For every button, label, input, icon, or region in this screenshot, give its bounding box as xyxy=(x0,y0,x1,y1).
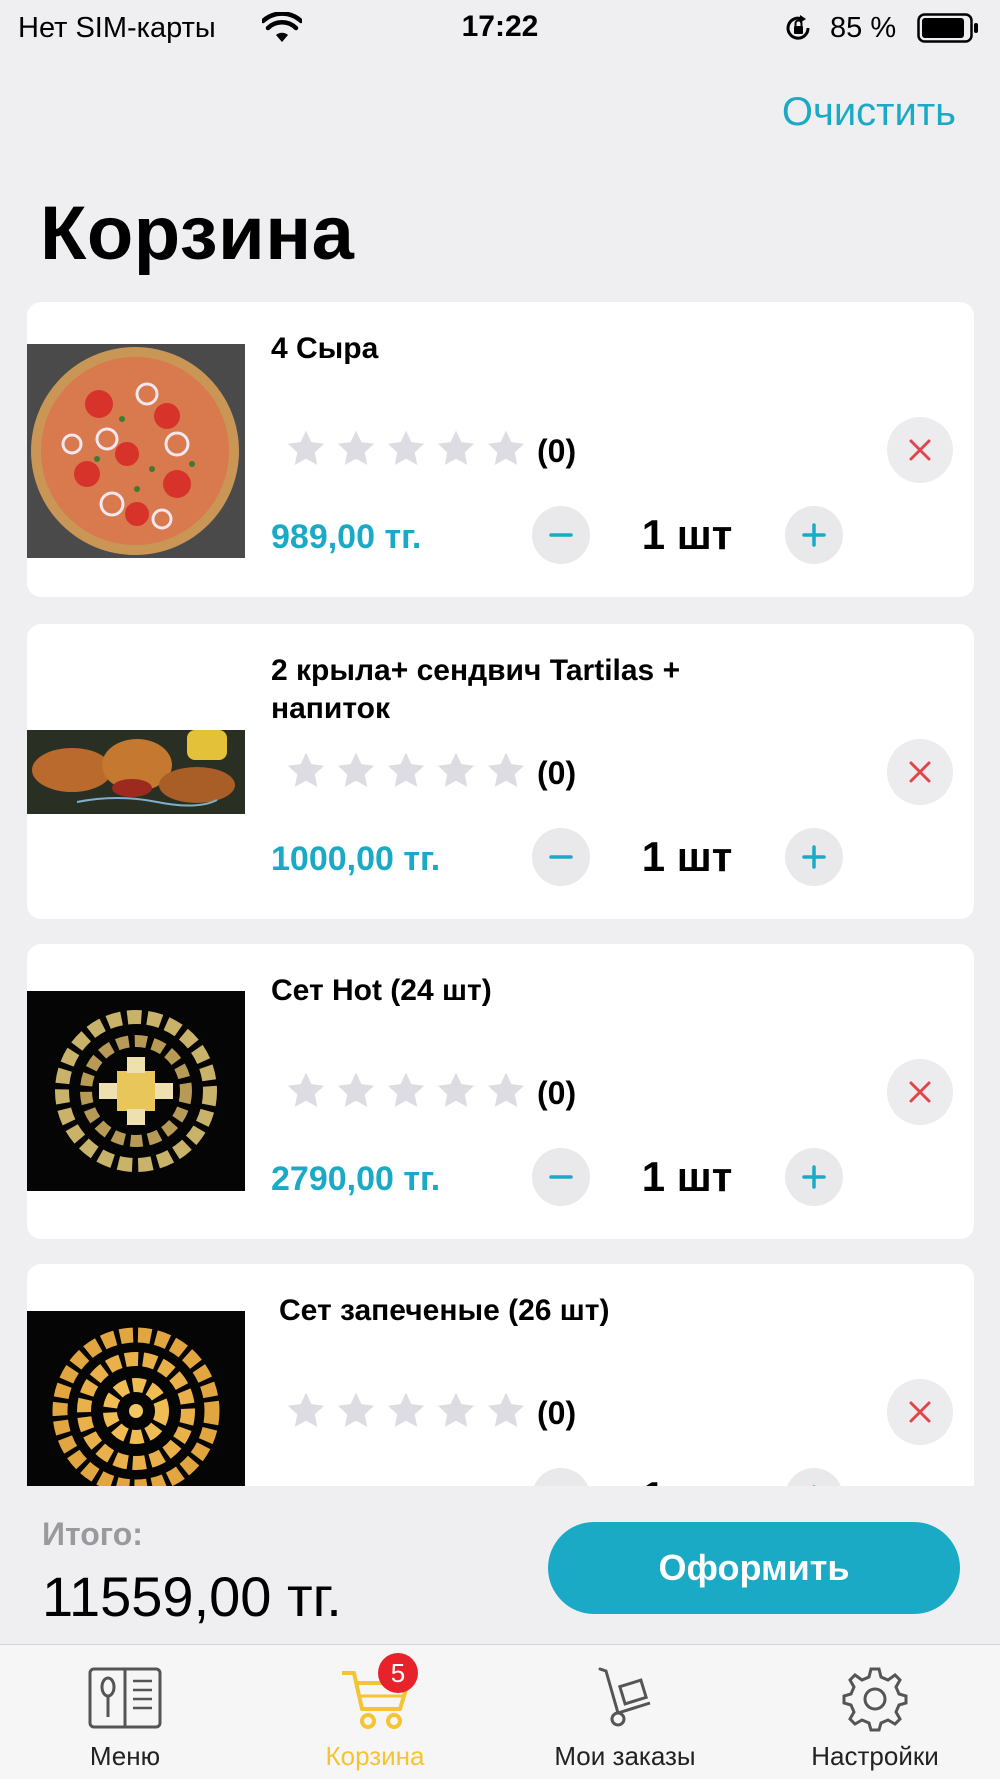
increase-quantity-button[interactable] xyxy=(785,1468,843,1486)
star-icon[interactable] xyxy=(285,750,327,792)
plus-icon xyxy=(802,845,826,869)
star-icon[interactable] xyxy=(385,750,427,792)
item-quantity: 1 шт xyxy=(627,1473,747,1486)
clear-cart-button[interactable]: Очистить xyxy=(782,90,956,135)
menu-book-icon xyxy=(88,1667,162,1729)
rating-stars[interactable] xyxy=(285,1070,527,1112)
remove-item-button[interactable] xyxy=(887,1059,953,1125)
remove-item-button[interactable] xyxy=(887,739,953,805)
increase-quantity-button[interactable] xyxy=(785,1148,843,1206)
decrease-quantity-button[interactable] xyxy=(532,1148,590,1206)
cart-item: 4 Сыра (0) 989,00 тг. 1 шт xyxy=(27,302,974,597)
rotation-lock-icon xyxy=(786,15,810,40)
tab-label: Корзина xyxy=(325,1741,425,1771)
item-image xyxy=(27,1311,245,1486)
remove-item-button[interactable] xyxy=(887,417,953,483)
star-icon[interactable] xyxy=(485,428,527,470)
tab-menu[interactable]: Меню xyxy=(0,1645,250,1779)
star-icon[interactable] xyxy=(385,1390,427,1432)
page-title: Корзина xyxy=(40,191,355,276)
tab-cart[interactable]: 5 Корзина xyxy=(250,1645,500,1779)
plus-icon xyxy=(802,1165,826,1189)
minus-icon xyxy=(549,533,573,537)
close-icon xyxy=(909,1081,931,1103)
close-icon xyxy=(909,1401,931,1423)
decrease-quantity-button[interactable] xyxy=(532,828,590,886)
cart-count-badge: 5 xyxy=(378,1653,418,1693)
star-icon[interactable] xyxy=(485,1070,527,1112)
star-icon[interactable] xyxy=(435,1390,477,1432)
minus-icon xyxy=(549,855,573,859)
tab-label: Мои заказы xyxy=(554,1741,696,1771)
star-icon[interactable] xyxy=(335,1070,377,1112)
item-name: 4 Сыра xyxy=(271,332,379,365)
close-icon xyxy=(909,439,931,461)
battery-icon xyxy=(917,13,978,43)
star-icon[interactable] xyxy=(485,750,527,792)
cart-item: Сет Hot (24 шт) (0) 2790,00 тг. 1 шт xyxy=(27,944,974,1239)
increase-quantity-button[interactable] xyxy=(785,828,843,886)
hand-truck-icon xyxy=(598,1667,651,1727)
item-name: Сет Hot (24 шт) xyxy=(271,974,492,1007)
order-summary: Итого: 11559,00 тг. Оформить xyxy=(0,1486,1000,1644)
tab-bar: Меню 5 Корзина Мои заказы Настройки xyxy=(0,1644,1000,1779)
rating-stars[interactable] xyxy=(285,428,527,470)
rating-stars[interactable] xyxy=(285,1390,527,1432)
rating-count: (0) xyxy=(537,1075,577,1111)
item-image xyxy=(27,344,245,558)
tab-my-orders[interactable]: Мои заказы xyxy=(500,1645,750,1779)
minus-icon xyxy=(549,1175,573,1179)
item-price: 989,00 тг. xyxy=(271,518,422,556)
rating-count: (0) xyxy=(537,1395,577,1431)
tab-settings[interactable]: Настройки xyxy=(750,1645,1000,1779)
decrease-quantity-button[interactable] xyxy=(532,506,590,564)
item-quantity: 1 шт xyxy=(641,833,733,880)
status-bar: Нет SIM-карты 17:22 85 % xyxy=(0,0,1000,56)
star-icon[interactable] xyxy=(435,428,477,470)
increase-quantity-button[interactable] xyxy=(785,506,843,564)
star-icon[interactable] xyxy=(435,1070,477,1112)
rating-count: (0) xyxy=(537,433,577,469)
item-name: 2 крыла+ сендвич Tartilas + напиток xyxy=(271,654,681,725)
close-icon xyxy=(909,761,931,783)
star-icon[interactable] xyxy=(385,428,427,470)
tab-label: Меню xyxy=(89,1741,161,1771)
star-icon[interactable] xyxy=(335,1390,377,1432)
item-price: 1000,00 тг. xyxy=(271,840,441,878)
checkout-button[interactable]: Оформить xyxy=(548,1522,960,1614)
star-icon[interactable] xyxy=(285,428,327,470)
cart-list[interactable]: 4 Сыра (0) 989,00 тг. 1 шт 2 крыла+ сенд… xyxy=(0,302,1000,1486)
plus-icon xyxy=(802,523,826,547)
remove-item-button[interactable] xyxy=(887,1379,953,1445)
battery-percent: 85 % xyxy=(830,12,897,44)
item-quantity: 1 шт xyxy=(641,511,733,558)
star-icon[interactable] xyxy=(385,1070,427,1112)
item-name: Сет запеченые (26 шт) xyxy=(279,1294,610,1327)
star-icon[interactable] xyxy=(335,750,377,792)
total-label: Итого: xyxy=(42,1516,143,1552)
item-price: 2790,00 тг. xyxy=(271,1160,441,1198)
rating-stars[interactable] xyxy=(285,750,527,792)
item-quantity: 1 шт xyxy=(641,1153,733,1200)
tab-label: Настройки xyxy=(811,1741,939,1771)
star-icon[interactable] xyxy=(285,1390,327,1432)
star-icon[interactable] xyxy=(485,1390,527,1432)
total-value: 11559,00 тг. xyxy=(42,1565,342,1628)
star-icon[interactable] xyxy=(335,428,377,470)
star-icon[interactable] xyxy=(435,750,477,792)
cart-item: Сет запеченые (26 шт) (0) 1 шт xyxy=(27,1264,974,1486)
item-image xyxy=(27,991,245,1191)
gear-icon xyxy=(842,1667,908,1732)
star-icon[interactable] xyxy=(285,1070,327,1112)
rating-count: (0) xyxy=(537,755,577,791)
decrease-quantity-button[interactable] xyxy=(532,1468,590,1486)
cart-item: 2 крыла+ сендвич Tartilas + напиток (0) … xyxy=(27,624,974,919)
item-image xyxy=(27,730,245,814)
